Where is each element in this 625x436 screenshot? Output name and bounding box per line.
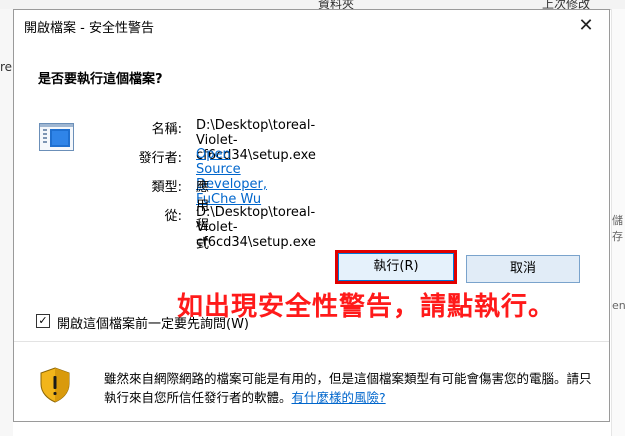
background-text-fragment: en. — [612, 299, 625, 312]
name-label: 名稱: — [151, 122, 182, 137]
run-button[interactable]: 執行(R) — [335, 250, 457, 284]
from-value: D:\Desktop\toreal-Violet-cf6cd34\setup.e… — [196, 205, 316, 250]
divider — [14, 341, 609, 342]
application-window-icon — [39, 123, 74, 151]
publisher-label: 發行者: — [138, 151, 182, 166]
close-button[interactable]: ✕ — [563, 10, 609, 42]
background-window-left: re — [0, 9, 13, 436]
background-window-right: 儲存 en. — [611, 9, 625, 436]
risk-warning-text: 雖然來自網際網路的檔案可能是有用的，但是這個檔案類型有可能會傷害您的電腦。請只執… — [104, 369, 594, 407]
title-bar[interactable]: 開啟檔案 - 安全性警告 ✕ — [14, 10, 609, 42]
security-warning-dialog: 開啟檔案 - 安全性警告 ✕ 是否要執行這個檔案? 名稱: D:\Desktop… — [13, 9, 610, 422]
risk-info-link[interactable]: 有什麼樣的風險? — [292, 390, 386, 405]
background-text-fragment: re — [0, 60, 13, 74]
from-label: 從: — [164, 209, 182, 224]
dialog-title: 開啟檔案 - 安全性警告 — [24, 21, 154, 36]
shield-warning-icon — [40, 367, 70, 403]
background-text-fragment: 儲存 — [612, 214, 623, 243]
cancel-button[interactable]: 取消 — [466, 255, 580, 283]
run-question: 是否要執行這個檔案? — [38, 72, 163, 87]
ask-before-open-label[interactable]: 開啟這個檔案前一定要先詢問(W) — [57, 313, 249, 332]
ask-before-open-checkbox[interactable]: ✓ — [36, 314, 50, 328]
type-label: 類型: — [151, 180, 182, 195]
